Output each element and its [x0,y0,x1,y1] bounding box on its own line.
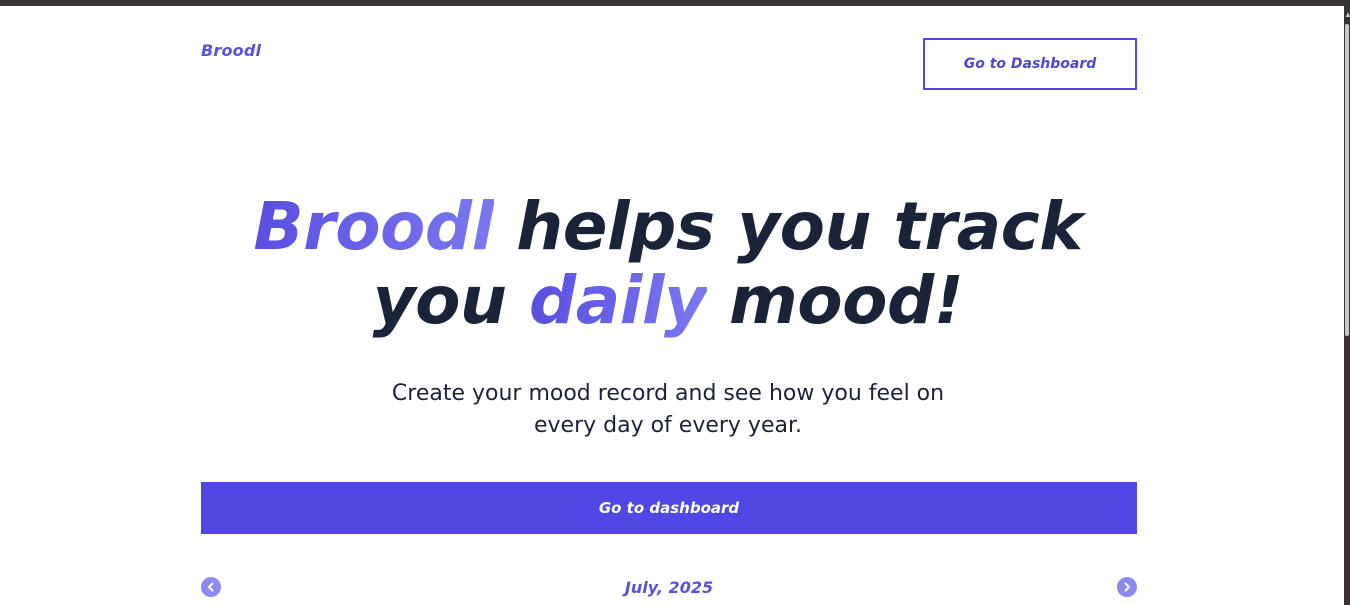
subtitle-line-1: Create your mood record and see how you … [391,381,945,406]
scrollbar-thumb[interactable] [1345,24,1349,336]
hero-headline: Broodl helps you track you daily mood! [200,190,1136,338]
brand-logo[interactable]: Broodl [201,41,261,60]
cta-dashboard-button-label: Go to dashboard [598,499,740,517]
chevron-right-icon [1124,582,1130,592]
go-to-dashboard-button[interactable]: Go to Dashboard [923,38,1137,90]
calendar-month-label: July, 2025 [624,578,714,597]
hero-text-1: helps you track [493,188,1083,265]
go-to-dashboard-button-label: Go to Dashboard [963,56,1097,72]
scroll-up-arrow-icon[interactable]: ▲ [1344,10,1350,20]
hero-brand-word: Broodl [253,188,494,265]
calendar-next-button[interactable] [1117,577,1137,597]
calendar-prev-button[interactable] [201,577,221,597]
subtitle-line-2: every day of every year. [533,413,802,438]
hero-subtitle: Create your mood record and see how you … [370,378,966,442]
landing-page: Broodl Go to Dashboard Broodl helps you … [0,6,1344,605]
hero-text-3: mood! [706,262,964,339]
hero-accent-word: daily [529,262,707,339]
cta-dashboard-button[interactable]: Go to dashboard [201,482,1137,534]
chevron-left-icon [208,582,214,592]
hero-text-2: you [372,262,529,339]
